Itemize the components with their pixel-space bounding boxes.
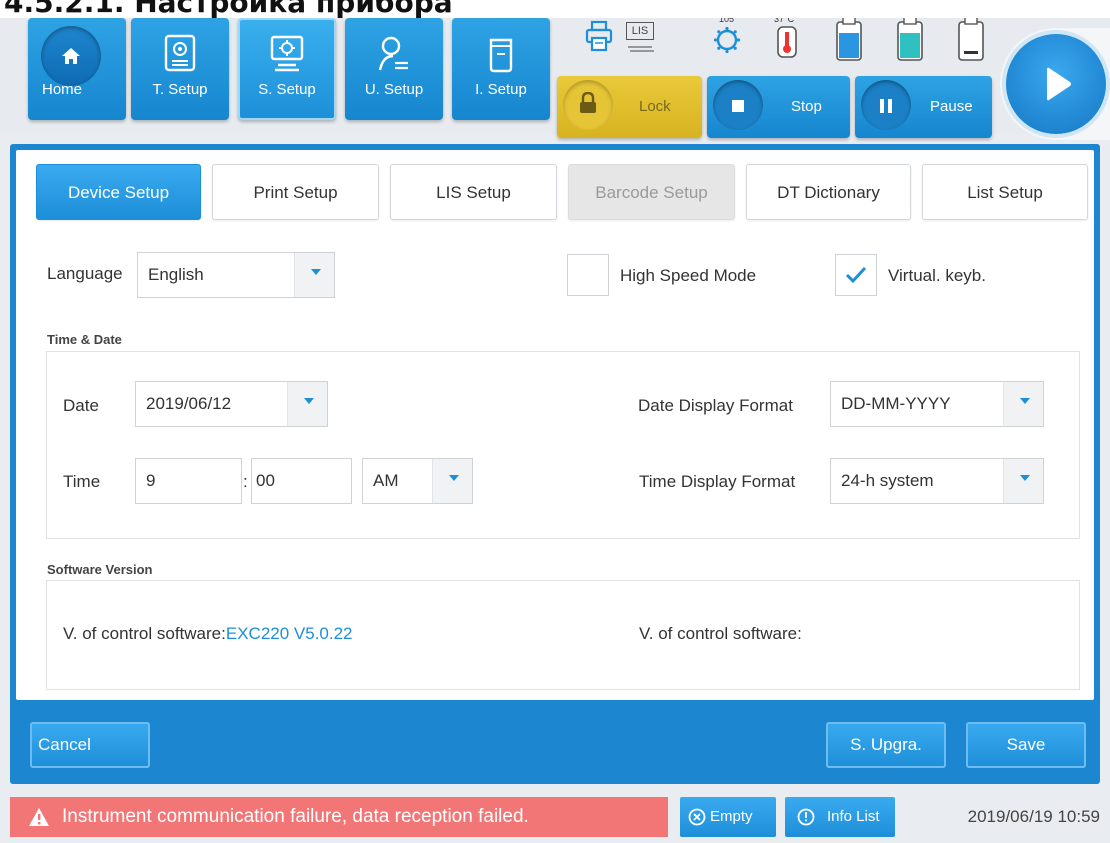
pause-icon — [880, 99, 892, 113]
virtual-keyboard-checkbox[interactable] — [835, 254, 877, 296]
checkmark-icon — [845, 266, 867, 284]
pause-label: Pause — [930, 98, 973, 115]
language-value: English — [148, 265, 204, 284]
tab-print-setup[interactable]: Print Setup — [212, 164, 379, 220]
virtual-keyboard-label: Virtual. keyb. — [888, 266, 986, 285]
system-setup-icon — [270, 35, 304, 72]
time-label: Time — [63, 472, 101, 491]
lock-button[interactable]: Lock — [557, 76, 702, 138]
tab-device-setup[interactable]: Device Setup — [36, 164, 201, 220]
nav-instrument-setup-button[interactable]: I. Setup — [452, 18, 550, 120]
home-icon — [62, 48, 80, 64]
run-button[interactable] — [1006, 34, 1106, 134]
tab-list-setup[interactable]: List Setup — [922, 164, 1088, 220]
app-screen: 4.5.2.1. Настройка прибора Home T. Setup — [0, 0, 1110, 843]
cancel-button[interactable]: Cancel — [30, 722, 150, 768]
lis-link-icon — [628, 46, 654, 52]
control-software-label-2: V. of control software: — [639, 624, 802, 643]
date-format-value: DD-MM-YYYY — [841, 394, 951, 413]
info-icon — [797, 808, 815, 826]
thermometer-icon — [777, 26, 797, 58]
status-bar: Instrument communication failure, data r… — [0, 792, 1110, 843]
chevron-down-icon — [1003, 459, 1043, 503]
chevron-down-icon — [1003, 382, 1043, 426]
warning-icon — [29, 808, 49, 826]
time-separator: : — [243, 472, 248, 491]
instrument-setup-icon — [489, 38, 513, 73]
play-icon — [1047, 67, 1071, 101]
chevron-down-icon — [432, 459, 472, 503]
close-circle-icon — [688, 808, 706, 826]
time-format-value: 24-h system — [841, 471, 934, 490]
waste-bottle-icon — [958, 16, 984, 61]
pause-button[interactable]: Pause — [855, 76, 992, 138]
lock-label: Lock — [639, 98, 671, 115]
info-list-button[interactable]: Info List — [785, 797, 895, 837]
high-speed-checkbox[interactable] — [567, 254, 609, 296]
document-heading: 4.5.2.1. Настройка прибора — [0, 0, 1110, 18]
control-software-label: V. of control software: — [63, 624, 226, 643]
nav-system-setup-label: S. Setup — [258, 81, 316, 98]
nav-test-setup-label: T. Setup — [152, 81, 208, 98]
tab-barcode-setup: Barcode Setup — [568, 164, 735, 220]
lock-icon — [580, 92, 596, 113]
time-date-title: Time & Date — [47, 332, 122, 347]
top-toolbar: Home T. Setup S. Setup U. Setup I. Setup… — [0, 14, 1110, 140]
lis-status-icon[interactable]: LIS — [622, 22, 662, 56]
nav-instrument-setup-label: I. Setup — [475, 81, 527, 98]
ampm-value: AM — [373, 471, 399, 490]
hour-input[interactable]: 9 — [135, 458, 242, 504]
test-setup-icon — [164, 34, 196, 72]
nav-home-label: Home — [42, 81, 83, 98]
tab-dt-dictionary[interactable]: DT Dictionary — [746, 164, 911, 220]
alert-message[interactable]: Instrument communication failure, data r… — [10, 797, 668, 837]
high-speed-label: High Speed Mode — [620, 266, 757, 285]
date-format-select[interactable]: DD-MM-YYYY — [830, 381, 1044, 427]
tab-lis-setup[interactable]: LIS Setup — [390, 164, 557, 220]
stop-button[interactable]: Stop — [707, 76, 850, 138]
empty-label: Empty — [710, 808, 753, 825]
lis-status-label: LIS — [626, 22, 654, 40]
printer-icon[interactable] — [585, 20, 613, 54]
software-upgrade-button[interactable]: S. Upgra. — [826, 722, 946, 768]
language-label: Language — [47, 264, 123, 283]
software-version-title: Software Version — [47, 562, 153, 577]
empty-button[interactable]: Empty — [680, 797, 776, 837]
user-setup-icon — [378, 36, 408, 71]
date-value: 2019/06/12 — [146, 394, 232, 413]
alert-text: Instrument communication failure, data r… — [62, 806, 529, 827]
ampm-select[interactable]: AM — [362, 458, 473, 504]
info-list-label: Info List — [827, 808, 880, 825]
time-date-box — [46, 351, 1080, 539]
nav-home-button[interactable]: Home — [28, 18, 126, 120]
nav-user-setup-button[interactable]: U. Setup — [345, 18, 443, 120]
stop-label: Stop — [791, 98, 822, 115]
save-button[interactable]: Save — [966, 722, 1086, 768]
stop-icon — [732, 100, 744, 112]
datetime-display: 2019/06/19 10:59 — [967, 807, 1100, 826]
language-select[interactable]: English — [137, 252, 335, 298]
control-software-row: V. of control software:EXC220 V5.0.22 — [63, 624, 353, 644]
nav-user-setup-label: U. Setup — [364, 81, 424, 98]
reaction-disk-icon — [713, 26, 741, 54]
chevron-down-icon — [294, 253, 334, 297]
date-label: Date — [63, 396, 99, 415]
nav-system-setup-button[interactable]: S. Setup — [238, 18, 336, 120]
reagent-bottle-icon — [836, 16, 862, 61]
minute-input[interactable]: 00 — [251, 458, 352, 504]
diluent-bottle-icon — [897, 16, 923, 61]
date-select[interactable]: 2019/06/12 — [135, 381, 328, 427]
nav-test-setup-button[interactable]: T. Setup — [131, 18, 229, 120]
chevron-down-icon — [287, 382, 327, 426]
date-format-label: Date Display Format — [638, 396, 793, 415]
time-format-select[interactable]: 24-h system — [830, 458, 1044, 504]
time-format-label: Time Display Format — [639, 472, 796, 491]
control-software-version: EXC220 V5.0.22 — [225, 624, 353, 643]
run-button-frame — [1000, 28, 1110, 140]
